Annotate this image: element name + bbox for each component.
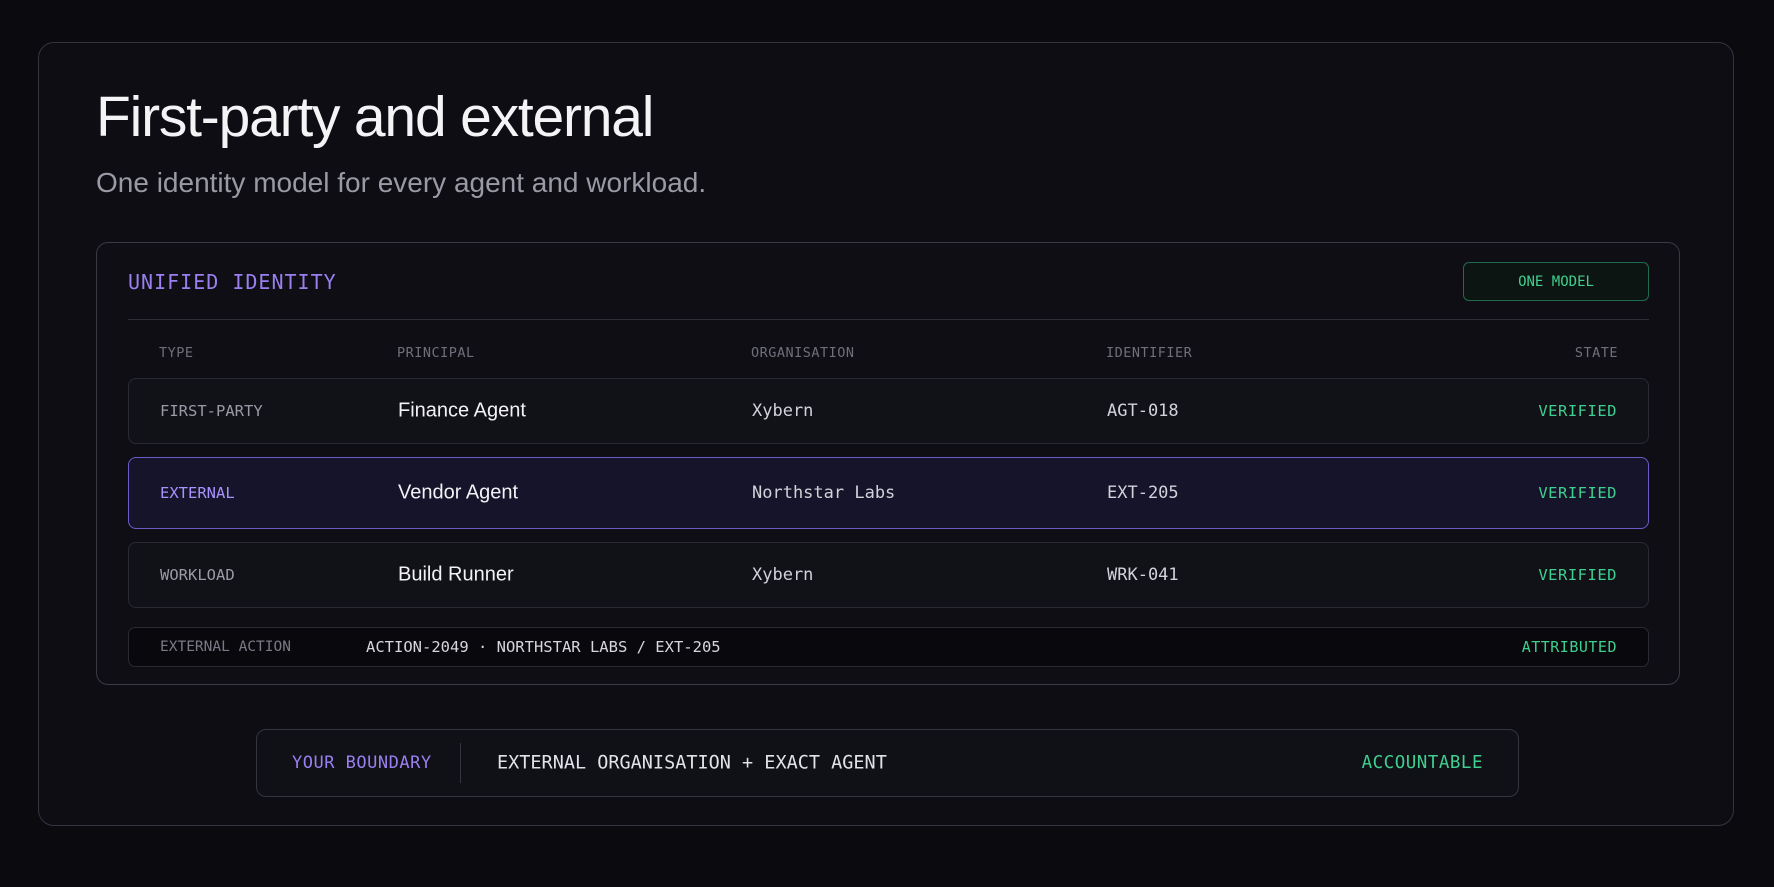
column-header-type: TYPE bbox=[159, 345, 194, 361]
one-model-badge: ONE MODEL bbox=[1463, 262, 1649, 301]
table-row-selected[interactable]: EXTERNAL Vendor Agent Northstar Labs EXT… bbox=[128, 457, 1649, 529]
card-divider bbox=[128, 319, 1649, 320]
row-type: EXTERNAL bbox=[160, 484, 235, 502]
row-principal: Vendor Agent bbox=[398, 481, 519, 504]
row-state: VERIFIED bbox=[1538, 566, 1617, 584]
card-title: UNIFIED IDENTITY bbox=[128, 270, 337, 294]
boundary-state: ACCOUNTABLE bbox=[1361, 753, 1483, 773]
table-row[interactable]: FIRST-PARTY Finance Agent Xybern AGT-018… bbox=[128, 378, 1649, 444]
row-organisation: Xybern bbox=[752, 401, 814, 421]
main-panel: First-party and external One identity mo… bbox=[38, 42, 1734, 826]
table-row[interactable]: WORKLOAD Build Runner Xybern WRK-041 VER… bbox=[128, 542, 1649, 608]
column-header-identifier: IDENTIFIER bbox=[1106, 345, 1193, 361]
boundary-separator bbox=[460, 743, 461, 783]
boundary-value: EXTERNAL ORGANISATION + EXACT AGENT bbox=[497, 752, 887, 774]
page-subtitle: One identity model for every agent and w… bbox=[96, 167, 707, 198]
column-header-organisation: ORGANISATION bbox=[751, 345, 855, 361]
row-principal: Build Runner bbox=[398, 563, 514, 586]
row-principal: Finance Agent bbox=[398, 399, 526, 422]
row-identifier: EXT-205 bbox=[1107, 483, 1179, 503]
external-action-state: ATTRIBUTED bbox=[1521, 638, 1617, 656]
page-title: First-party and external bbox=[96, 85, 654, 149]
row-identifier: WRK-041 bbox=[1107, 565, 1179, 585]
external-action-value: ACTION-2049 · NORTHSTAR LABS / EXT-205 bbox=[366, 638, 721, 656]
row-organisation: Xybern bbox=[752, 565, 814, 585]
external-action-bar[interactable]: EXTERNAL ACTION ACTION-2049 · NORTHSTAR … bbox=[128, 627, 1649, 667]
column-header-state: STATE bbox=[1574, 345, 1618, 361]
table-header: TYPE PRINCIPAL ORGANISATION IDENTIFIER S… bbox=[128, 345, 1649, 365]
external-action-label: EXTERNAL ACTION bbox=[160, 639, 291, 655]
row-state: VERIFIED bbox=[1538, 484, 1617, 502]
row-state: VERIFIED bbox=[1538, 402, 1617, 420]
row-type: FIRST-PARTY bbox=[160, 402, 263, 420]
boundary-label: YOUR BOUNDARY bbox=[292, 753, 432, 773]
boundary-bar: YOUR BOUNDARY EXTERNAL ORGANISATION + EX… bbox=[256, 729, 1519, 797]
row-organisation: Northstar Labs bbox=[752, 483, 896, 503]
unified-identity-card: UNIFIED IDENTITY ONE MODEL TYPE PRINCIPA… bbox=[96, 242, 1680, 685]
row-identifier: AGT-018 bbox=[1107, 401, 1179, 421]
column-header-principal: PRINCIPAL bbox=[397, 345, 475, 361]
row-type: WORKLOAD bbox=[160, 566, 235, 584]
